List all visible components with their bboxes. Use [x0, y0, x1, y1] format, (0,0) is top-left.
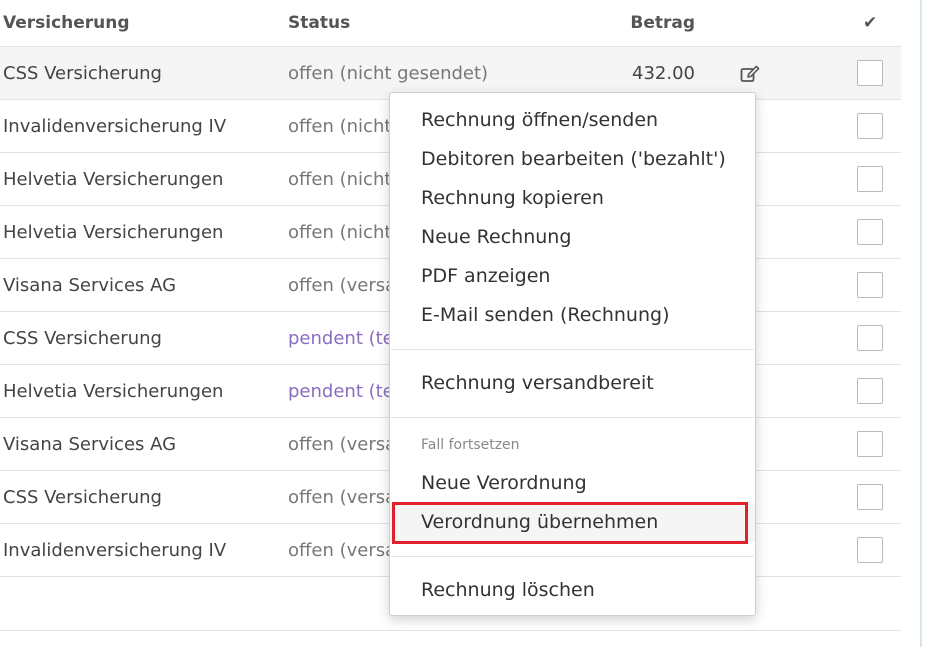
select-cell: [843, 523, 901, 577]
column-header-amount[interactable]: Betrag: [588, 0, 695, 47]
insurance-cell: Invalidenversicherung IV: [0, 523, 288, 577]
row-select-checkbox[interactable]: [857, 60, 883, 86]
insurance-cell: Helvetia Versicherungen: [0, 152, 288, 206]
insurance-cell: CSS Versicherung: [0, 470, 288, 524]
column-header-status[interactable]: Status: [288, 0, 588, 47]
row-select-checkbox[interactable]: [857, 113, 883, 139]
insurance-cell: Helvetia Versicherungen: [0, 364, 288, 418]
select-cell: [843, 152, 901, 206]
select-cell: [843, 46, 901, 100]
insurance-cell: CSS Versicherung: [0, 311, 288, 365]
row-select-checkbox[interactable]: [857, 378, 883, 404]
menu-item-show-pdf[interactable]: PDF anzeigen: [390, 257, 755, 296]
row-select-checkbox[interactable]: [857, 219, 883, 245]
select-cell: [843, 205, 901, 259]
menu-divider: [391, 556, 754, 557]
menu-item-open-send-invoice[interactable]: Rechnung öffnen/senden: [390, 101, 755, 140]
row-select-checkbox[interactable]: [857, 537, 883, 563]
checkmark-icon: ✔: [863, 13, 878, 33]
edit-icon[interactable]: [740, 65, 760, 83]
select-cell: [843, 417, 901, 471]
row-select-checkbox[interactable]: [857, 431, 883, 457]
insurance-cell: Helvetia Versicherungen: [0, 205, 288, 259]
menu-section-header: Fall fortsetzen: [421, 437, 520, 453]
menu-divider: [391, 349, 754, 350]
insurance-cell: CSS Versicherung: [0, 46, 288, 100]
insurance-cell: Visana Services AG: [0, 258, 288, 312]
row-context-menu: Rechnung öffnen/senden Debitoren bearbei…: [389, 92, 756, 616]
row-select-checkbox[interactable]: [857, 272, 883, 298]
table-header-row: Versicherung Status Betrag ✔: [0, 0, 901, 47]
menu-item-send-email[interactable]: E-Mail senden (Rechnung): [390, 296, 755, 335]
row-select-checkbox[interactable]: [857, 484, 883, 510]
insurance-cell: Invalidenversicherung IV: [0, 99, 288, 153]
row-select-checkbox[interactable]: [857, 325, 883, 351]
menu-item-invoice-ready-to-send[interactable]: Rechnung versandbereit: [390, 364, 755, 403]
insurance-cell: Visana Services AG: [0, 417, 288, 471]
select-cell: [843, 311, 901, 365]
column-header-insurance[interactable]: Versicherung: [0, 0, 288, 47]
menu-item-new-invoice[interactable]: Neue Rechnung: [390, 218, 755, 257]
menu-item-new-prescription[interactable]: Neue Verordnung: [390, 464, 755, 503]
select-cell: [843, 99, 901, 153]
column-header-actions: [695, 0, 843, 47]
content-right-border: [920, 0, 922, 647]
menu-divider: [391, 417, 754, 418]
row-select-checkbox[interactable]: [857, 166, 883, 192]
column-header-select: ✔: [843, 0, 901, 47]
highlight-annotation: [392, 502, 748, 544]
select-cell: [843, 470, 901, 524]
select-cell: [843, 258, 901, 312]
menu-item-edit-debtors[interactable]: Debitoren bearbeiten ('bezahlt'): [390, 140, 755, 179]
menu-item-copy-invoice[interactable]: Rechnung kopieren: [390, 179, 755, 218]
select-cell: [843, 364, 901, 418]
menu-item-delete-invoice[interactable]: Rechnung löschen: [390, 571, 755, 610]
